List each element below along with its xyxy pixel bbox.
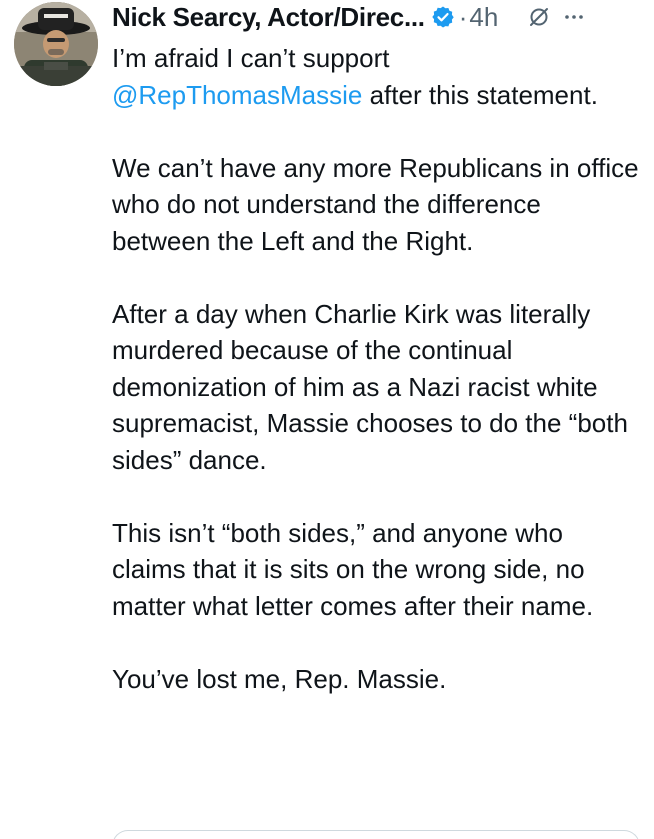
tweet-paragraph: After a day when Charlie Kirk was litera… xyxy=(112,298,628,475)
paragraph-text: after this statement. xyxy=(362,79,598,110)
separator-dot: · xyxy=(458,1,468,32)
more-icon[interactable] xyxy=(562,5,586,29)
grok-icon[interactable] xyxy=(528,6,550,28)
paragraph-text: I’m afraid I can’t support xyxy=(112,43,390,73)
tweet-header: Nick Searcy, Actor/Direc... · 4h xyxy=(112,0,652,34)
mention-link[interactable]: @RepThomasMassie xyxy=(112,80,362,110)
tweet-paragraph: I’m afraid I can’t support @RepThomasMas… xyxy=(112,40,642,113)
tweet-text: I’m afraid I can’t support @RepThomasMas… xyxy=(112,40,642,734)
quoted-card-edge[interactable] xyxy=(112,830,640,839)
timestamp[interactable]: 4h xyxy=(469,2,498,33)
tweet-paragraph: We can’t have any more Republicans in of… xyxy=(112,152,639,256)
tweet-paragraph: You’ve lost me, Rep. Massie. xyxy=(112,663,447,694)
avatar[interactable] xyxy=(14,2,98,86)
author-name[interactable]: Nick Searcy, Actor/Direc... xyxy=(112,2,425,33)
tweet[interactable]: Nick Searcy, Actor/Direc... · 4h I’m afr… xyxy=(0,0,654,839)
verified-badge-icon xyxy=(431,5,455,29)
tweet-paragraph: This isn’t “both sides,” and anyone who … xyxy=(112,517,594,621)
